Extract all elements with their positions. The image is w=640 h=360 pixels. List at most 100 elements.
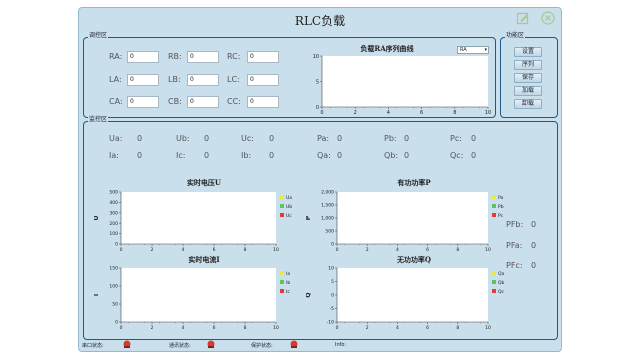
y-tick-label: 5 — [331, 279, 334, 285]
field-label-lb: LB: — [168, 75, 181, 84]
value-pfc: 0 — [531, 261, 537, 270]
y-tick-label: 0 — [331, 242, 334, 248]
y-tick-label: 10 — [313, 54, 319, 60]
y-tick-label: 100 — [109, 284, 118, 290]
legend-label: Ib — [286, 280, 290, 286]
x-tick-label: 10 — [485, 110, 491, 116]
info-label: Info: — [335, 342, 347, 348]
y-tick-label: 0 — [331, 293, 334, 299]
load-button[interactable]: 加载 — [514, 86, 542, 96]
legend-swatch — [280, 195, 284, 199]
x-tick-label: 8 — [244, 247, 247, 253]
legend-label: Qc — [498, 289, 505, 295]
legend-label: Ic — [286, 289, 290, 295]
y-tick-label: 50 — [112, 302, 118, 308]
sequence-button[interactable]: 序列 — [514, 60, 542, 70]
x-tick-label: 6 — [426, 325, 429, 331]
field-input-lb[interactable]: 0 — [187, 74, 219, 86]
field-label-ca: CA: — [109, 97, 123, 106]
ra-sequence-chart: 0 2 4 6 8 10 0 5 10 — [313, 54, 492, 116]
plot-area — [121, 268, 276, 322]
y-axis-label: I — [94, 294, 100, 296]
legend-swatch — [492, 195, 496, 199]
legend-label: Ia — [286, 271, 290, 277]
comm-status-label: 通讯状态: — [169, 343, 191, 349]
x-tick-label: 4 — [182, 247, 185, 253]
x-tick-label: 10 — [485, 247, 491, 253]
comm-status-lamp-icon — [207, 340, 215, 348]
main-window: RLC负载 调控区 RA: 0 RB: 0 RC: 0 LA: 0 LB: 0 … — [78, 7, 562, 352]
x-tick-label: 2 — [151, 247, 154, 253]
y-tick-label: 1,000 — [321, 216, 334, 222]
y-tick-label: 0 — [115, 242, 118, 248]
legend-label: Uc — [286, 213, 292, 219]
value-ia: 0 — [137, 151, 143, 160]
y-tick-label: 5 — [316, 79, 319, 85]
field-input-cb[interactable]: 0 — [187, 96, 219, 108]
field-input-lc[interactable]: 0 — [247, 74, 279, 86]
value-label-ia: Ia: — [109, 151, 119, 160]
value-label-ua: Ua: — [109, 134, 123, 143]
voltage-chart: 02468100100200300400500UUaUbUc — [94, 190, 292, 253]
edit-icon[interactable] — [516, 11, 530, 25]
unload-button[interactable]: 卸载 — [514, 99, 542, 109]
legend-swatch — [280, 271, 284, 275]
value-ua: 0 — [137, 134, 143, 143]
monitor-panel: 监控区 Ua: 0 Ub: 0 Uc: 0 Pa: 0 Pb: 0 Pc: 0 … — [83, 116, 558, 340]
y-axis-label: Q — [306, 292, 312, 297]
legend-swatch — [492, 213, 496, 217]
x-tick-label: 6 — [426, 247, 429, 253]
y-tick-label: 2,000 — [321, 190, 334, 196]
value-label-uc: Uc: — [241, 134, 254, 143]
x-tick-label: 2 — [151, 325, 154, 331]
save-button[interactable]: 保存 — [514, 73, 542, 83]
value-qb: 0 — [404, 151, 410, 160]
field-input-cc[interactable]: 0 — [247, 96, 279, 108]
x-tick-label: 0 — [320, 110, 323, 116]
y-tick-label: 500 — [109, 190, 118, 196]
value-pc: 0 — [471, 134, 477, 143]
plot-area — [121, 192, 276, 244]
close-icon[interactable] — [541, 11, 555, 25]
field-label-la: LA: — [109, 75, 122, 84]
value-label-qb: Qb: — [384, 151, 399, 160]
value-pfb: 0 — [531, 220, 537, 229]
value-uc: 0 — [269, 134, 275, 143]
monitor-panel-label: 监控区 — [88, 116, 109, 124]
legend-swatch — [492, 271, 496, 275]
active-power-chart: 0 2 4 6 8 10 0 500 1,000 1,500 2,000 P Pa Pb Pc — [306, 190, 504, 253]
x-tick-label: 10 — [273, 247, 279, 253]
x-tick-label: 10 — [273, 325, 279, 331]
field-input-rc[interactable]: 0 — [247, 51, 279, 63]
value-pa: 0 — [337, 134, 343, 143]
function-panel-label: 功能区 — [505, 32, 526, 40]
value-label-ib: Ib: — [241, 151, 252, 160]
legend-label: Ua — [286, 195, 292, 201]
plot-area — [322, 56, 488, 107]
x-tick-label: 4 — [396, 247, 399, 253]
x-tick-label: 4 — [182, 325, 185, 331]
legend-label: Qb — [498, 280, 505, 286]
legend-label: Pc — [498, 213, 504, 219]
x-tick-label: 8 — [456, 247, 459, 253]
x-tick-label: 2 — [366, 247, 369, 253]
legend-swatch — [492, 204, 496, 208]
value-pb: 0 — [404, 134, 410, 143]
settings-button[interactable]: 设置 — [514, 47, 542, 57]
field-input-ca[interactable]: 0 — [127, 96, 159, 108]
field-input-ra[interactable]: 0 — [127, 51, 159, 63]
field-input-la[interactable]: 0 — [127, 74, 159, 86]
legend-label: Qa — [498, 271, 505, 277]
field-input-rb[interactable]: 0 — [187, 51, 219, 63]
legend-swatch — [492, 289, 496, 293]
control-panel-label: 调控区 — [88, 32, 109, 40]
value-label-qc: Qc: — [450, 151, 464, 160]
value-label-pfa: PFa: — [506, 241, 523, 250]
x-tick-label: 2 — [354, 110, 357, 116]
value-ub: 0 — [204, 134, 210, 143]
value-label-pb: Pb: — [384, 134, 397, 143]
value-pfa: 0 — [531, 241, 537, 250]
value-label-pfc: PFc: — [506, 261, 523, 270]
serial-status-lamp-icon — [123, 340, 131, 348]
plot-area — [337, 268, 488, 322]
